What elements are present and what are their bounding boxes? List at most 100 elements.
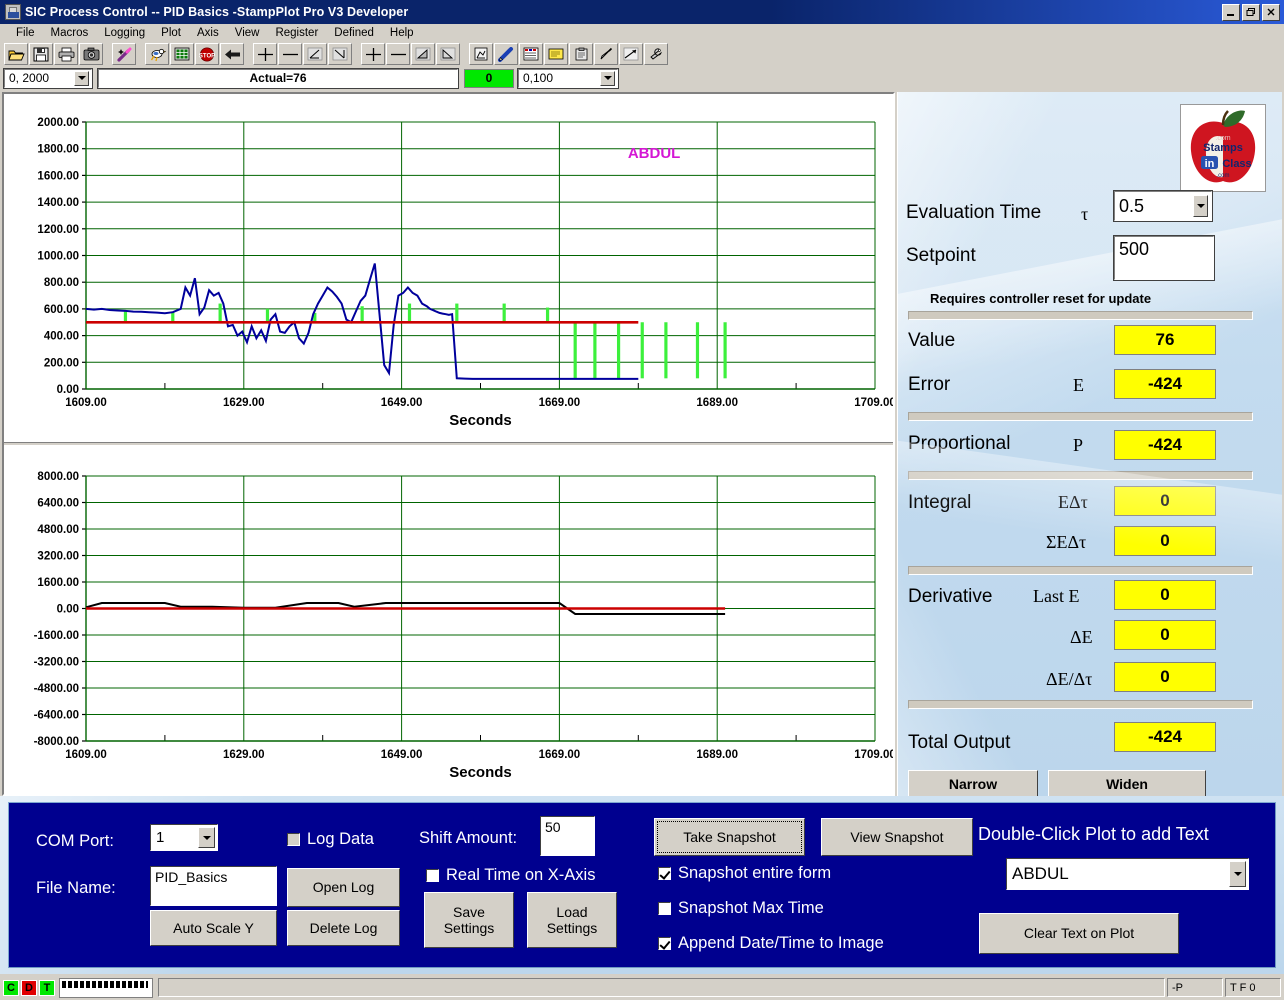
- back-arrow-icon[interactable]: [220, 43, 244, 65]
- com-port-combo[interactable]: 1: [150, 824, 218, 851]
- svg-text:-4800.00: -4800.00: [34, 683, 79, 695]
- menu-item-defined[interactable]: Defined: [326, 27, 382, 39]
- delete-log-button[interactable]: Delete Log: [287, 910, 400, 946]
- export-plot-icon[interactable]: [469, 43, 493, 65]
- top-chart[interactable]: 0.00 200.00 400.00 600.00 800.00 1000.00 1200.…: [4, 94, 893, 442]
- snapshot-entire-form-check-icon[interactable]: [658, 867, 671, 880]
- yaxis-range-combo[interactable]: 0, 2000: [3, 67, 93, 89]
- toolbar-separator-1: [104, 43, 112, 65]
- chevron-down-icon[interactable]: [74, 70, 89, 86]
- data-led: D: [21, 979, 37, 996]
- chevron-down-icon-eval[interactable]: [1193, 195, 1208, 217]
- append-date-checkbox[interactable]: Append Date/Time to Image: [658, 934, 884, 953]
- run-bird-icon[interactable]: [145, 43, 169, 65]
- restore-button[interactable]: [1242, 3, 1260, 21]
- print-icon[interactable]: [54, 43, 78, 65]
- append-date-label: Append Date/Time to Image: [678, 934, 884, 952]
- chevron-down-icon-com[interactable]: [198, 827, 215, 848]
- slope-down-icon[interactable]: [328, 43, 352, 65]
- grid-icon[interactable]: [170, 43, 194, 65]
- evaluation-time-input[interactable]: 0.5: [1113, 190, 1213, 222]
- chevron-down-icon-text[interactable]: [1229, 861, 1246, 887]
- menu-item-plot[interactable]: Plot: [153, 27, 189, 39]
- append-date-check-icon[interactable]: [658, 937, 671, 950]
- menu-item-view[interactable]: View: [227, 27, 268, 39]
- log-data-check-icon[interactable]: [287, 833, 300, 846]
- log-data-label: Log Data: [307, 830, 374, 848]
- svg-text:1609.00: 1609.00: [65, 749, 107, 761]
- magic-wand-icon[interactable]: [112, 43, 136, 65]
- bottom-chart[interactable]: -8000.00 -6400.00 -4800.00 -3200.00 -1600.00…: [4, 446, 893, 794]
- save-settings-button[interactable]: Save Settings: [424, 892, 514, 948]
- stop-icon[interactable]: STOP: [195, 43, 219, 65]
- close-button[interactable]: [1262, 3, 1280, 21]
- setpoint-input[interactable]: 500: [1113, 235, 1215, 281]
- menu-item-axis[interactable]: Axis: [189, 27, 227, 39]
- derivative-display-1: 0: [1114, 580, 1216, 610]
- open-folder-icon[interactable]: [4, 43, 28, 65]
- trend-icon[interactable]: [619, 43, 643, 65]
- pointer-icon[interactable]: [594, 43, 618, 65]
- status-indicator: 0: [464, 68, 514, 88]
- wrench-icon[interactable]: [644, 43, 668, 65]
- save-disk-icon[interactable]: [29, 43, 53, 65]
- add-crosshair2-icon[interactable]: [361, 43, 385, 65]
- evaluation-time-label: Evaluation Time: [906, 202, 1042, 223]
- real-time-check-icon[interactable]: [426, 869, 439, 882]
- menu-item-file[interactable]: File: [8, 27, 43, 39]
- remove-line2-icon[interactable]: [386, 43, 410, 65]
- window-title-bar[interactable]: SIC Process Control -- PID Basics -Stamp…: [0, 0, 1284, 24]
- clear-text-button[interactable]: Clear Text on Plot: [979, 913, 1179, 954]
- load-settings-button[interactable]: Load Settings: [527, 892, 617, 948]
- menu-item-logging[interactable]: Logging: [96, 27, 153, 39]
- fill-right-icon[interactable]: [436, 43, 460, 65]
- buffer-progress: [59, 977, 153, 998]
- take-snapshot-button[interactable]: Take Snapshot: [654, 818, 805, 856]
- save-settings-line2: Settings: [443, 920, 495, 936]
- open-log-button[interactable]: Open Log: [287, 868, 400, 907]
- evaluation-time-row: Evaluation Time: [906, 202, 1041, 224]
- status-pane-tf: T F 0: [1225, 978, 1281, 997]
- pen-icon[interactable]: [494, 43, 518, 65]
- derivative-symbol-1-wrap: Last E: [1033, 586, 1080, 607]
- menu-item-register[interactable]: Register: [267, 27, 326, 39]
- fill-left-icon[interactable]: [411, 43, 435, 65]
- real-time-label: Real Time on X-Axis: [446, 866, 596, 884]
- menu-item-help[interactable]: Help: [382, 27, 422, 39]
- toolbar-separator-4: [353, 43, 361, 65]
- widen-button[interactable]: Widen: [1048, 770, 1206, 796]
- svg-text:1689.00: 1689.00: [696, 749, 738, 761]
- log-data-checkbox[interactable]: Log Data: [287, 830, 374, 849]
- clipboard-icon[interactable]: [569, 43, 593, 65]
- chevron-down-icon-2[interactable]: [600, 70, 615, 86]
- status-pane-p: -P: [1167, 978, 1223, 997]
- actual-value-field[interactable]: Actual=76: [97, 67, 459, 89]
- remove-line-icon[interactable]: [278, 43, 302, 65]
- svg-text:1709.00: 1709.00: [854, 397, 893, 409]
- slope-up-icon[interactable]: [303, 43, 327, 65]
- snapshot-max-time-checkbox[interactable]: Snapshot Max Time: [658, 899, 824, 918]
- snapshot-entire-form-checkbox[interactable]: Snapshot entire form: [658, 864, 831, 883]
- minimize-button[interactable]: [1222, 3, 1240, 21]
- plot-text-value: ABDUL: [1012, 864, 1069, 883]
- file-name-value: PID_Basics: [155, 869, 228, 885]
- view-snapshot-button[interactable]: View Snapshot: [821, 818, 973, 856]
- shift-amount-input[interactable]: 50: [540, 816, 595, 856]
- file-name-input[interactable]: PID_Basics: [150, 866, 277, 906]
- connection-led: C: [3, 979, 19, 996]
- value-row: Value: [908, 330, 955, 352]
- menu-item-macros[interactable]: Macros: [43, 27, 97, 39]
- real-time-checkbox[interactable]: Real Time on X-Axis: [426, 866, 595, 885]
- camera-icon[interactable]: [79, 43, 103, 65]
- data-table-icon[interactable]: [519, 43, 543, 65]
- auto-scale-y-button[interactable]: Auto Scale Y: [150, 910, 277, 946]
- setpoint-row: Setpoint: [906, 245, 976, 267]
- narrow-button[interactable]: Narrow: [908, 770, 1038, 796]
- snapshot-max-time-check-icon[interactable]: [658, 902, 671, 915]
- total-output-display: -424: [1114, 722, 1216, 752]
- rate-combo[interactable]: 0,100: [517, 67, 619, 89]
- add-crosshair-icon[interactable]: [253, 43, 277, 65]
- svg-text:.com: .com: [1215, 135, 1230, 142]
- notes-icon[interactable]: [544, 43, 568, 65]
- plot-text-combo[interactable]: ABDUL: [1006, 858, 1249, 890]
